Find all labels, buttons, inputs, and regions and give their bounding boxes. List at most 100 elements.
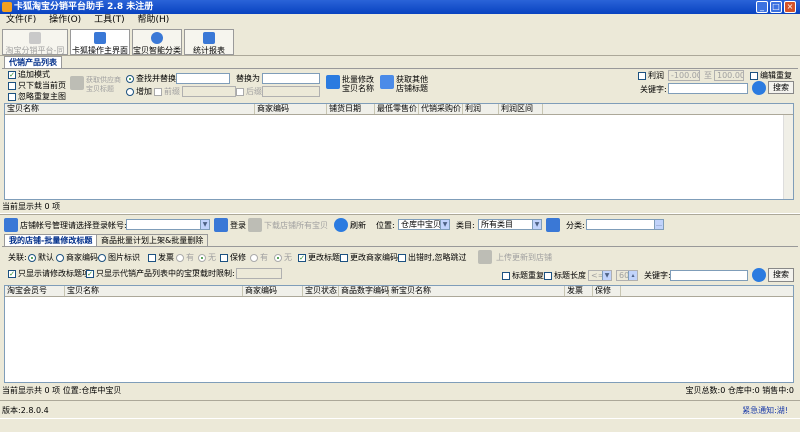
replace-to-input[interactable] bbox=[262, 73, 320, 84]
current-page-checkbox[interactable] bbox=[8, 81, 16, 90]
bottom-keyword-input[interactable] bbox=[670, 270, 748, 281]
col-warranty[interactable]: 保修 bbox=[593, 286, 621, 296]
location-select[interactable]: 仓库中宝贝 ▼ bbox=[398, 219, 450, 230]
profit-to-input[interactable]: 100.00 bbox=[714, 70, 744, 81]
menu-help[interactable]: 帮助(H) bbox=[137, 15, 169, 25]
invoice-no-option[interactable]: 无 bbox=[198, 252, 216, 263]
tab-batch-schedule[interactable]: 商品批量计划上架&批量删除 bbox=[96, 234, 209, 246]
fetch-supplier-button[interactable]: 获取供应商 宝贝标题 bbox=[86, 76, 124, 94]
keyword-input[interactable] bbox=[668, 83, 748, 94]
col-merchant-code[interactable]: 商家编码 bbox=[255, 104, 327, 114]
product-grid-scrollbar[interactable] bbox=[783, 115, 793, 199]
title-dup-checkbox[interactable] bbox=[502, 271, 510, 280]
account-select[interactable]: ▼ bbox=[126, 219, 210, 230]
append-mode-option[interactable]: ✓ 追加模式 bbox=[8, 69, 50, 80]
fetch-other-button[interactable]: 获取其他 店铺标题 bbox=[396, 75, 428, 93]
refresh-button[interactable]: 刷新 bbox=[350, 220, 366, 231]
show-modifiable-option[interactable]: ✓ 只显示请修改标题项 bbox=[8, 268, 90, 279]
invoice-no-radio[interactable] bbox=[198, 253, 206, 262]
splitter[interactable] bbox=[0, 213, 800, 215]
class-select[interactable]: … bbox=[586, 219, 664, 230]
col-invoice[interactable]: 发票 bbox=[565, 286, 593, 296]
warranty-yes-option[interactable]: 有 bbox=[250, 252, 268, 263]
ignore-dup-checkbox[interactable] bbox=[8, 92, 16, 101]
prefix-checkbox[interactable] bbox=[154, 87, 162, 96]
col-profit-range[interactable]: 利润区间 bbox=[499, 104, 543, 114]
prefix-input[interactable] bbox=[182, 86, 236, 97]
default-option[interactable]: 默认 bbox=[28, 252, 54, 263]
col-title[interactable]: 宝贝名称 bbox=[65, 286, 243, 296]
tab-main[interactable]: 卡狐操作主界面 bbox=[70, 29, 130, 55]
current-page-option[interactable]: 只下载当前页 bbox=[8, 80, 66, 91]
store-manage-button[interactable]: 店铺帐号管理 bbox=[20, 220, 68, 231]
change-title-option[interactable]: ✓ 更改标题 bbox=[298, 252, 340, 263]
title-len-value[interactable]: 60 ▴ bbox=[616, 270, 638, 281]
notice-label[interactable]: 紧急通知:湖! bbox=[742, 405, 788, 416]
show-in-list-option[interactable]: ✓ 只显示代销产品列表中的宝贝 bbox=[86, 268, 200, 279]
minimize-button[interactable]: _ bbox=[756, 1, 768, 13]
edit-dup-checkbox[interactable] bbox=[750, 71, 758, 80]
title-len-operator[interactable]: <= ▼ bbox=[588, 270, 612, 281]
skip-error-checkbox[interactable] bbox=[398, 253, 406, 262]
tab-classify[interactable]: 宝贝智能分类 bbox=[132, 29, 182, 55]
image-tag-radio[interactable] bbox=[98, 253, 106, 262]
col-status[interactable]: 宝贝状态 bbox=[303, 286, 339, 296]
warranty-checkbox[interactable] bbox=[220, 253, 228, 262]
tab-sync[interactable]: 淘宝分销平台-同步 bbox=[2, 29, 68, 66]
batch-modify-button[interactable]: 批量修改 宝贝名称 bbox=[342, 75, 374, 93]
col-numeric-code[interactable]: 商品数字编码 bbox=[339, 286, 389, 296]
col-date[interactable]: 铺货日期 bbox=[327, 104, 375, 114]
profit-option[interactable]: 利润 bbox=[638, 70, 664, 81]
profit-from-input[interactable]: -100.00 bbox=[668, 70, 700, 81]
suffix-option[interactable]: 后缀 bbox=[236, 86, 262, 97]
col-new-title[interactable]: 新宝贝名称 bbox=[389, 286, 565, 296]
default-radio[interactable] bbox=[28, 253, 36, 262]
title-len-option[interactable]: 标题长度 bbox=[544, 270, 586, 281]
warranty-no-radio[interactable] bbox=[274, 253, 282, 262]
close-button[interactable]: × bbox=[784, 1, 796, 13]
menu-tools[interactable]: 工具(T) bbox=[94, 15, 125, 25]
col-purchase-price[interactable]: 代销采购价 bbox=[419, 104, 463, 114]
find-replace-radio[interactable] bbox=[126, 74, 134, 83]
image-tag-option[interactable]: 图片标识 bbox=[98, 252, 140, 263]
change-title-checkbox[interactable]: ✓ bbox=[298, 253, 306, 262]
tab-batch-title[interactable]: 我的店铺-批量修改标题 bbox=[4, 234, 98, 246]
invoice-checkbox[interactable] bbox=[148, 253, 156, 262]
add-option[interactable]: 增加 bbox=[126, 86, 152, 97]
bottom-search-button[interactable]: 搜索 bbox=[768, 268, 794, 282]
suffix-checkbox[interactable] bbox=[236, 87, 244, 96]
profit-checkbox[interactable] bbox=[638, 71, 646, 80]
col-merchant-code[interactable]: 商家编码 bbox=[243, 286, 303, 296]
download-all-button[interactable]: 下载店铺所有宝贝 bbox=[264, 220, 328, 231]
suffix-input[interactable] bbox=[262, 86, 320, 97]
search-icon[interactable] bbox=[752, 81, 766, 95]
col-profit[interactable]: 利润 bbox=[463, 104, 499, 114]
upload-button[interactable]: 上传更新到店铺 bbox=[496, 252, 552, 263]
maximize-button[interactable]: □ bbox=[770, 1, 782, 13]
category-select[interactable]: 所有类目 ▼ bbox=[478, 219, 542, 230]
find-input[interactable] bbox=[176, 73, 230, 84]
login-button[interactable]: 登录 bbox=[230, 220, 246, 231]
ignore-dup-option[interactable]: 忽略重复主图 bbox=[8, 91, 66, 102]
menu-file[interactable]: 文件(F) bbox=[6, 15, 36, 25]
title-dup-option[interactable]: 标题重复 bbox=[502, 270, 544, 281]
product-grid[interactable]: 宝贝名称 商家编码 铺货日期 最低零售价 代销采购价 利润 利润区间 bbox=[4, 103, 794, 200]
merchant-code-option[interactable]: 商家编码 bbox=[56, 252, 98, 263]
col-min-price[interactable]: 最低零售价 bbox=[375, 104, 419, 114]
search-button[interactable]: 搜索 bbox=[768, 81, 794, 94]
warranty-no-option[interactable]: 无 bbox=[274, 252, 292, 263]
append-mode-checkbox[interactable]: ✓ bbox=[8, 70, 16, 79]
title-len-checkbox[interactable] bbox=[544, 271, 552, 280]
show-modifiable-checkbox[interactable]: ✓ bbox=[8, 269, 16, 278]
search-icon[interactable] bbox=[752, 268, 766, 282]
col-title[interactable]: 宝贝名称 bbox=[5, 104, 255, 114]
invoice-yes-radio[interactable] bbox=[176, 253, 184, 262]
invoice-option[interactable]: 发票 bbox=[148, 252, 174, 263]
change-code-checkbox[interactable] bbox=[340, 253, 348, 262]
prefix-option[interactable]: 前缀 bbox=[154, 86, 180, 97]
warranty-yes-radio[interactable] bbox=[250, 253, 258, 262]
show-in-list-checkbox[interactable]: ✓ bbox=[86, 269, 94, 278]
merchant-code-radio[interactable] bbox=[56, 253, 64, 262]
menu-operate[interactable]: 操作(O) bbox=[49, 15, 81, 25]
change-code-option[interactable]: 更改商家编码 bbox=[340, 252, 398, 263]
